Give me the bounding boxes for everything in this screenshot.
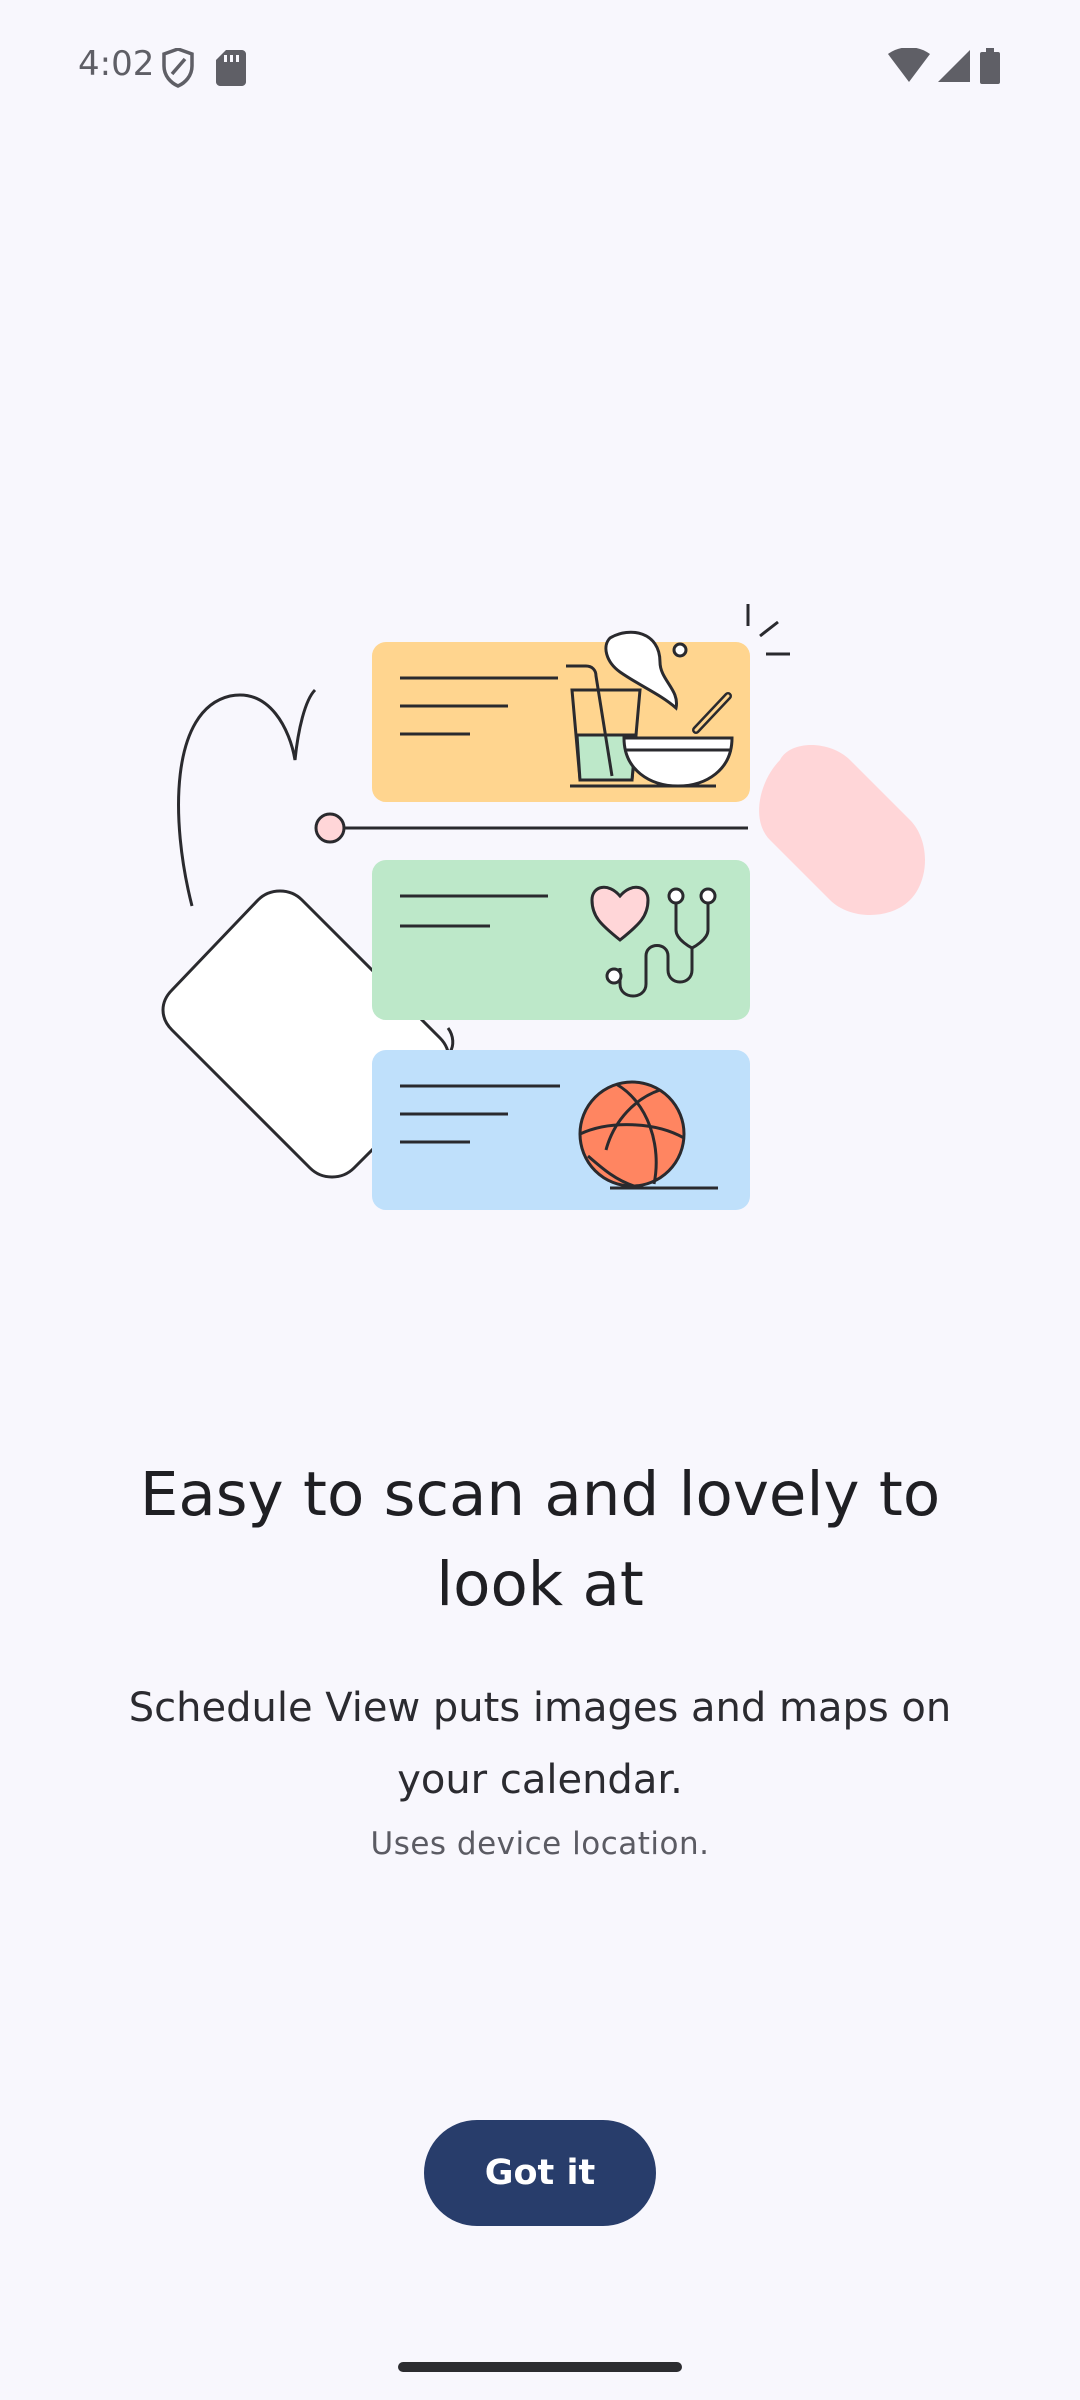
got-it-button[interactable]: Got it: [424, 2120, 656, 2226]
cellular-signal-icon: [938, 50, 970, 82]
sports-card: [372, 1050, 750, 1210]
pink-blob-decoration: [759, 745, 925, 915]
status-time: 4:02: [78, 44, 155, 84]
status-bar: 4:02: [0, 0, 1080, 136]
status-left-icons: [160, 47, 250, 93]
status-right-icons: [888, 47, 1008, 93]
battery-icon: [980, 48, 1000, 84]
shield-icon: [162, 47, 194, 88]
home-indicator[interactable]: [398, 2362, 682, 2372]
page-subtitle: Schedule View puts images and maps on yo…: [128, 1685, 952, 1803]
health-card: [372, 860, 750, 1020]
sd-card-icon: [216, 50, 246, 86]
schedule-illustration: [140, 590, 960, 1230]
page-title: Easy to scan and lovely to look at: [139, 1459, 941, 1620]
location-caption: Uses device location.: [370, 1826, 710, 1862]
wifi-icon: [888, 47, 930, 82]
